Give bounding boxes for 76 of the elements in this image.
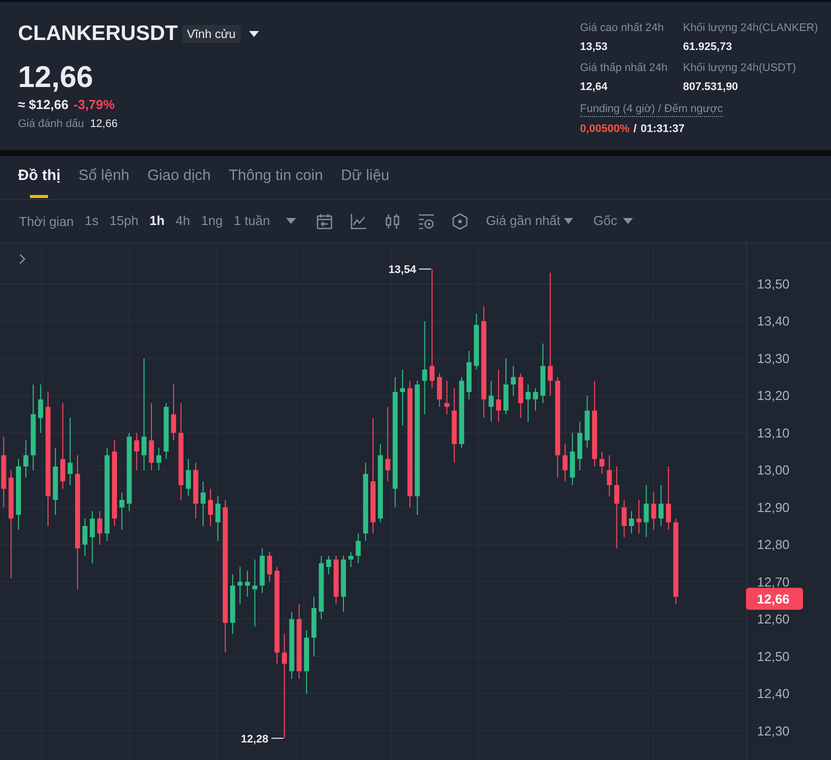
- period-high-leader-line: [418, 268, 432, 270]
- candlestick: [97, 511, 102, 545]
- caret-down-icon[interactable]: [248, 31, 259, 37]
- tab[interactable]: Thông tin coin: [228, 156, 323, 199]
- stat-label: Khối lượng 24h(CLANKER): [683, 21, 818, 36]
- usd-price: ≈ $12,66: [18, 97, 69, 113]
- candlestick: [38, 384, 44, 433]
- candlestick-icon[interactable]: [384, 212, 401, 230]
- period-low-leader-line: [270, 738, 284, 739]
- stat-value: 61.925,73: [683, 40, 732, 55]
- price-axis-label: 12,30: [757, 723, 790, 738]
- interval-option[interactable]: 15ph: [110, 213, 138, 229]
- last-price-tag: 12,66: [746, 588, 803, 610]
- stat-label: Giá cao nhất 24h: [580, 21, 664, 36]
- interval-option[interactable]: 4h: [176, 213, 190, 229]
- mark-price-value: 12,66: [90, 117, 118, 131]
- contract-type-tag: Vĩnh cửu: [182, 25, 241, 43]
- candlestick: [156, 448, 162, 470]
- interval-option[interactable]: 1h: [149, 213, 165, 229]
- candlestick: [570, 432, 575, 486]
- interval-option[interactable]: 1s: [84, 213, 99, 229]
- interval-option[interactable]: 1 tuần: [234, 213, 270, 229]
- stat-label: Giá thấp nhất 24h: [580, 61, 668, 76]
- tab[interactable]: Giao dịch: [147, 156, 211, 199]
- candlestick: [260, 548, 265, 594]
- candlestick: [1, 436, 6, 508]
- price-axis-label: 13,30: [757, 350, 790, 366]
- candlestick: [503, 358, 508, 414]
- candlestick: [629, 511, 634, 534]
- price-axis-label: 12,80: [757, 537, 790, 552]
- candlestick: [215, 496, 220, 541]
- calendar-icon[interactable]: [316, 212, 333, 230]
- stat-value: 12,64: [580, 80, 608, 95]
- tab[interactable]: Sổ lệnh: [78, 156, 130, 199]
- stat-label: Khối lượng 24h(USDT): [683, 61, 796, 76]
- funding-value: 0,00500% / 01:31:37: [580, 122, 685, 137]
- line-chart-icon[interactable]: [350, 212, 367, 230]
- price-axis-label: 12,90: [757, 500, 790, 515]
- price-source-dropdown[interactable]: Giá gần nhất: [486, 213, 574, 229]
- price-axis-label: 12,70: [757, 574, 790, 590]
- last-price: 12,66: [18, 63, 94, 93]
- time-label: Thời gian: [19, 214, 74, 228]
- candlestick: [311, 596, 316, 656]
- period-high-label: 13,54: [388, 264, 416, 276]
- mark-price-label: Giá đánh dấu: [18, 117, 84, 131]
- candlestick: [134, 432, 140, 470]
- candlestick: [510, 366, 516, 396]
- price-axis-label: 12,40: [757, 686, 790, 702]
- candlestick: [577, 422, 582, 470]
- candlestick: [584, 396, 590, 448]
- candlestick: [90, 511, 95, 564]
- caret-down-icon: [623, 218, 634, 224]
- price-axis-label: 13,40: [757, 314, 790, 329]
- period-low-label: 12,28: [240, 733, 268, 746]
- price-change: -3,79%: [74, 97, 115, 113]
- candlestick: [304, 630, 310, 694]
- chevron-right-icon[interactable]: [20, 254, 26, 264]
- list-circle-icon[interactable]: [418, 212, 435, 230]
- stat-value: 807.531,90: [683, 80, 738, 95]
- hexagon-icon[interactable]: [452, 212, 468, 230]
- price-axis-label: 13,00: [757, 462, 790, 478]
- caret-down-icon: [564, 218, 574, 224]
- scale-mode-dropdown[interactable]: Gốc: [593, 213, 634, 229]
- candlestick: [267, 552, 272, 582]
- candlestick: [318, 556, 324, 620]
- interval-option[interactable]: 1ng: [201, 213, 223, 229]
- price-axis-label: 13,50: [757, 276, 790, 292]
- stat-value: 13,53: [580, 40, 608, 55]
- price-axis-label: 13,10: [757, 425, 790, 440]
- candlestick: [148, 403, 154, 470]
- price-axis-label: 13,20: [757, 388, 790, 404]
- symbol-title: CLANKERUSDT: [18, 22, 178, 46]
- price-axis-label: 12,50: [757, 648, 790, 664]
- funding-label[interactable]: Funding (4 giờ) / Đếm ngược: [580, 102, 723, 117]
- price-axis-label: 12,60: [757, 612, 790, 627]
- tab[interactable]: Dữ liệu: [340, 156, 390, 199]
